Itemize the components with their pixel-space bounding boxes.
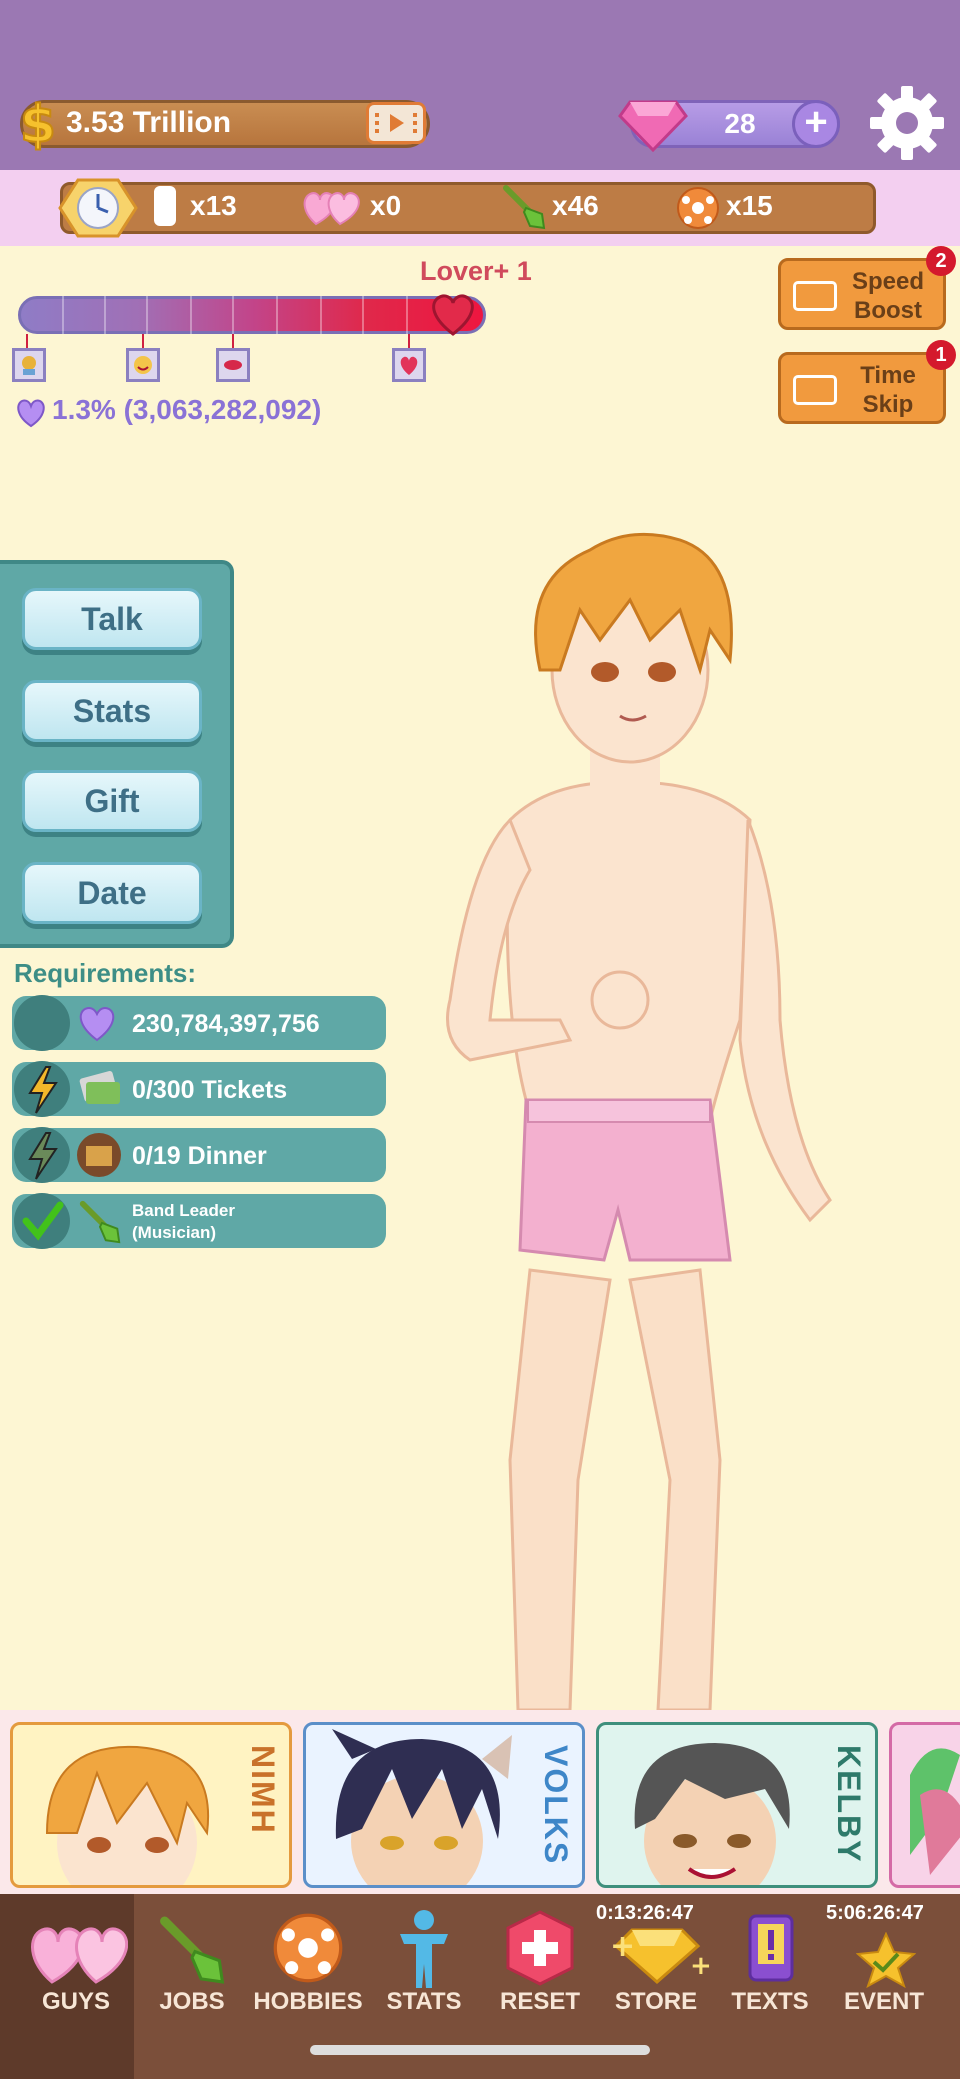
stats-button[interactable]: Stats (22, 680, 202, 742)
nimh-avatar (45, 1745, 210, 1885)
requirement-dinner: 0/19 Dinner (12, 1127, 386, 1183)
phone-icon (748, 1914, 794, 1982)
checkmark-icon (14, 1193, 70, 1249)
money-amount: 3.53 Trillion (66, 106, 232, 139)
gear-icon[interactable] (866, 82, 948, 164)
hearts-icon (303, 192, 360, 226)
gift-button[interactable]: Gift (22, 770, 202, 832)
requirement-tickets: 0/300 Tickets (12, 1061, 386, 1117)
home-indicator (310, 2045, 650, 2055)
shovel-count: x46 (552, 190, 599, 221)
nav-store[interactable]: + + STORE (598, 1894, 714, 2034)
restaurant-icon (77, 1133, 121, 1177)
video-icon (373, 109, 419, 137)
requirement-affection: 230,784,397,756 (12, 995, 386, 1051)
ticket-icon (154, 186, 176, 226)
requirements-label: Requirements: (14, 958, 197, 988)
clock-icon[interactable] (58, 178, 138, 238)
job-category: (Musician) (132, 1223, 217, 1242)
svg-text:+: + (610, 1929, 635, 1964)
video-icon (793, 281, 837, 311)
guy-card-next[interactable] (889, 1722, 960, 1888)
lightning-dark-icon (14, 1127, 70, 1183)
date-button[interactable]: Date (22, 862, 202, 924)
requirement-job: Band Leader (Musician) (12, 1193, 386, 1249)
job-name: Band Leader (132, 1201, 235, 1220)
svg-text:+: + (690, 1951, 712, 1981)
tickets-icon (79, 1071, 120, 1104)
guy-card-kelby[interactable]: KELBY (596, 1722, 878, 1888)
guy-name: KELBY (831, 1745, 867, 1864)
speed-boost-badge: 2 (926, 246, 956, 276)
star-icon (856, 1932, 916, 1988)
video-icon (793, 375, 837, 405)
guy-name: VOLKS (538, 1745, 574, 1866)
milestone-badge-icon (12, 348, 46, 382)
ball-icon (677, 187, 719, 229)
speed-boost-button[interactable]: Speed Boost (778, 258, 946, 330)
milestone-smile-icon (126, 348, 160, 382)
gold-gem-icon: + + (610, 1928, 712, 1984)
purple-heart-icon (17, 399, 45, 428)
ticket-count: x13 (190, 190, 237, 221)
gem-count: 28 (724, 108, 756, 139)
milestone-heart-icon (392, 348, 426, 382)
guy-name: NIMH (245, 1745, 281, 1835)
kelby-avatar (634, 1743, 790, 1885)
dollar-icon: $ (19, 94, 57, 152)
guy-card-nimh[interactable]: NIMH (10, 1722, 292, 1888)
person-icon (400, 1910, 448, 1988)
next-guy-avatar (910, 1748, 960, 1875)
nav-texts[interactable]: TEXTS (712, 1894, 828, 2034)
watch-video-button[interactable] (366, 102, 426, 144)
shovel-icon (79, 1200, 121, 1244)
nav-reset[interactable]: RESET (482, 1894, 598, 2034)
guy-card-volks[interactable]: VOLKS (303, 1722, 585, 1888)
nav-stats[interactable]: STATS (366, 1894, 482, 2034)
status-circle-icon (14, 995, 70, 1051)
nav-event[interactable]: EVENT (826, 1894, 942, 2034)
relationship-level: Lover+ 1 (420, 256, 532, 286)
hearts-icon (31, 1927, 128, 1984)
heart-icon (432, 294, 474, 336)
ball-count: x15 (726, 190, 773, 221)
nav-guys[interactable]: GUYS (18, 1894, 134, 2034)
milestone-kiss-icon (216, 348, 250, 382)
character-portrait (446, 532, 832, 1712)
relationship-progress-bar (18, 296, 486, 334)
hearts-count: x0 (370, 190, 402, 221)
ball-icon (273, 1913, 343, 1983)
talk-button[interactable]: Talk (22, 588, 202, 650)
reset-icon (506, 1910, 574, 1986)
time-skip-badge: 1 (926, 340, 956, 370)
purple-heart-icon (79, 1006, 115, 1042)
nav-jobs[interactable]: JOBS (134, 1894, 250, 2034)
lightning-icon (14, 1061, 70, 1117)
add-gems-button[interactable]: + (792, 100, 840, 148)
shovel-icon (160, 1916, 225, 1984)
nav-hobbies[interactable]: HOBBIES (250, 1894, 366, 2034)
shovel-icon (503, 185, 546, 230)
affection-progress-text: 1.3% (3,063,282,092) (52, 394, 322, 425)
gem-icon (618, 100, 688, 152)
svg-text:$: $ (20, 95, 56, 152)
volks-avatar (332, 1729, 512, 1885)
time-skip-button[interactable]: Time Skip (778, 352, 946, 424)
